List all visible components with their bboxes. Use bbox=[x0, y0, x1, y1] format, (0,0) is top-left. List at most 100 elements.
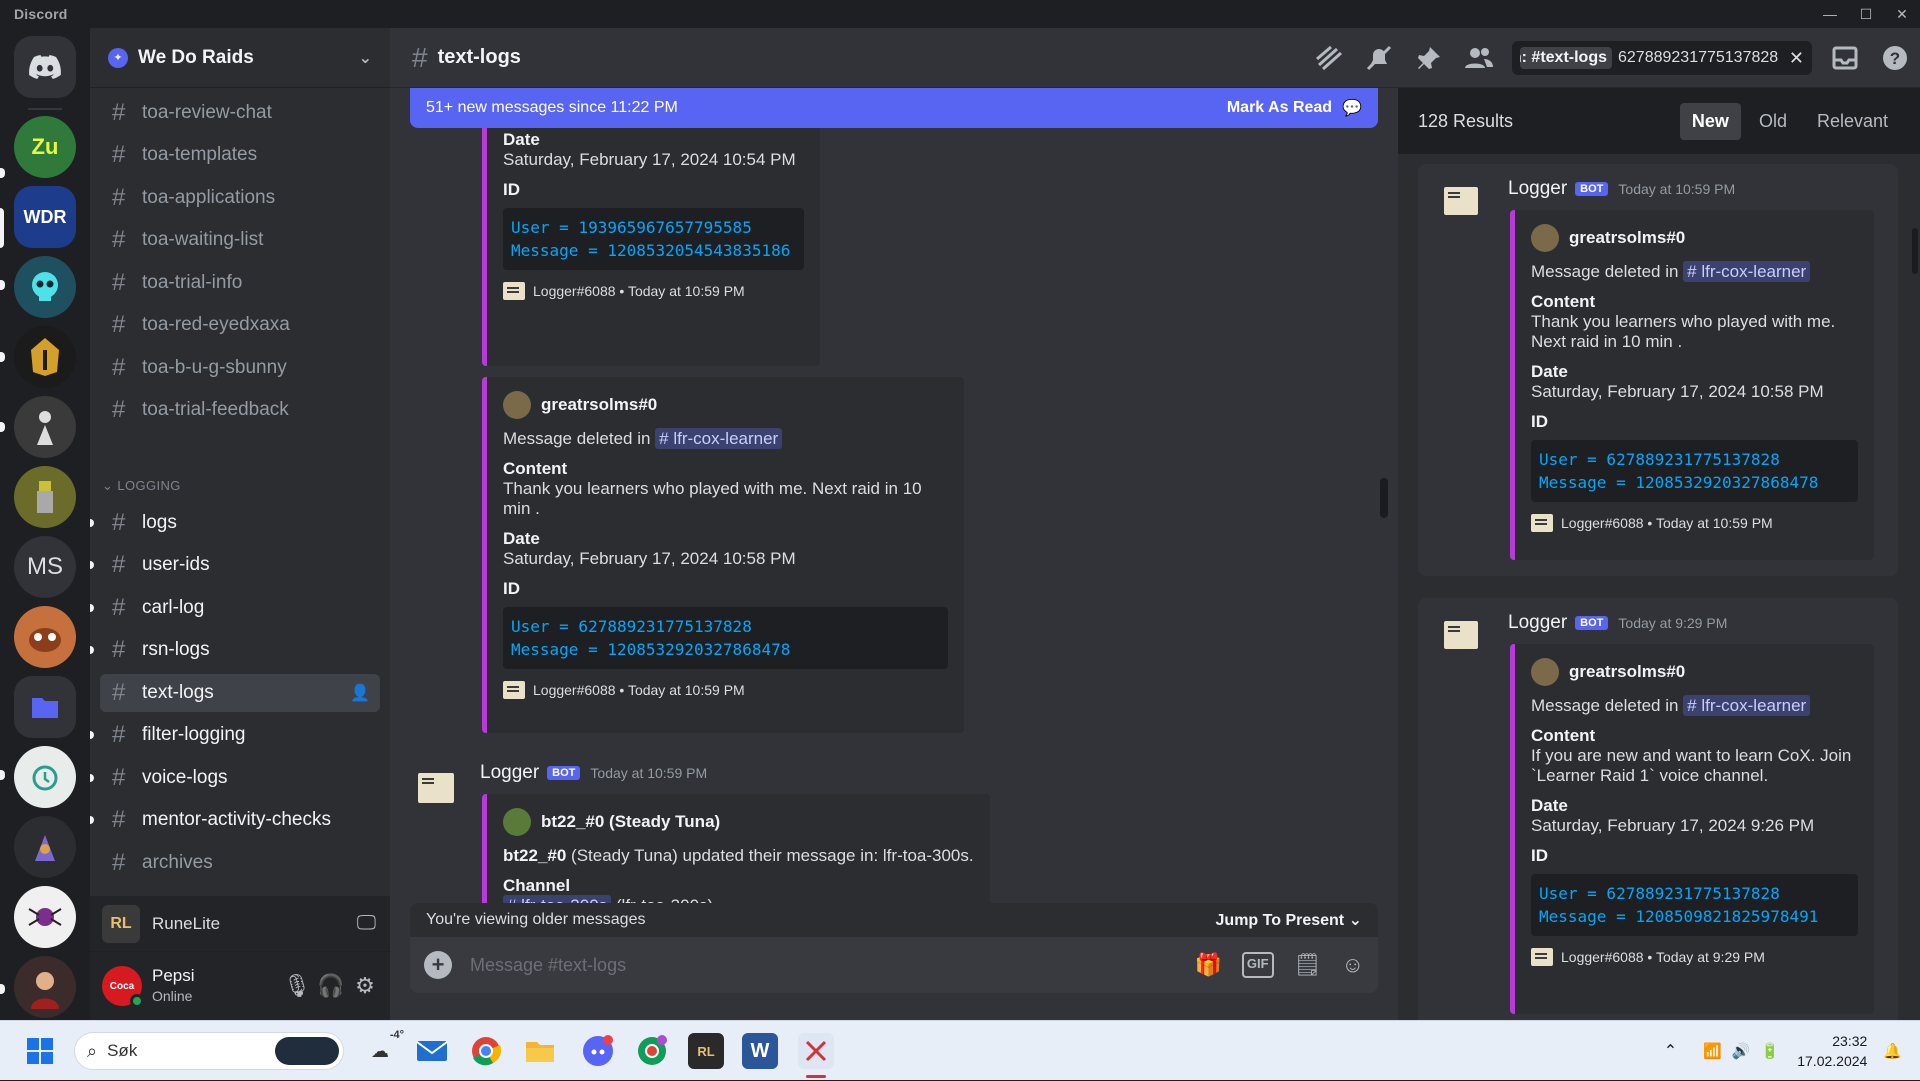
channel-item[interactable]: # toa-waiting-list bbox=[100, 221, 380, 259]
taskbar-search[interactable]: ⌕ Søk bbox=[74, 1032, 344, 1070]
channel-item[interactable]: # toa-review-chat bbox=[100, 94, 380, 132]
settings-gear-icon[interactable]: ⚙ bbox=[348, 969, 382, 1003]
server-icon-ms[interactable]: MS bbox=[14, 536, 76, 598]
channel-item-voice-logs[interactable]: # voice-logs bbox=[100, 759, 380, 797]
notification-bell-icon[interactable]: 🔔 bbox=[1883, 1042, 1902, 1060]
channel-item[interactable]: # toa-trial-info bbox=[100, 264, 380, 302]
spider-icon bbox=[28, 908, 62, 926]
sticker-icon[interactable]: 🗒 bbox=[1294, 952, 1322, 978]
sort-new-tab[interactable]: New bbox=[1679, 102, 1741, 140]
folder-button[interactable] bbox=[14, 676, 76, 738]
mail-app-icon[interactable] bbox=[414, 1033, 450, 1069]
weather-widget[interactable]: ☁ -4° bbox=[358, 1029, 404, 1069]
close-window-icon[interactable]: ✕ bbox=[1884, 0, 1920, 28]
chrome-profile-app-icon[interactable] bbox=[634, 1033, 670, 1069]
maximize-icon[interactable]: ☐ bbox=[1848, 0, 1884, 28]
snipping-tool-icon[interactable] bbox=[798, 1033, 834, 1069]
server-icon-mage[interactable] bbox=[14, 816, 76, 878]
message-input[interactable]: Message #text-logs bbox=[470, 955, 626, 976]
runelite-taskbar-icon[interactable]: RL bbox=[688, 1033, 724, 1069]
message-timestamp: Today at 10:59 PM bbox=[590, 765, 708, 781]
screen-share-icon[interactable]: 🖵 bbox=[357, 912, 376, 935]
windows-start-icon[interactable] bbox=[22, 1033, 58, 1069]
wifi-icon[interactable]: 📶 bbox=[1703, 1042, 1722, 1060]
channel-item-user-ids[interactable]: # user-ids bbox=[100, 546, 380, 584]
new-messages-banner[interactable]: 51+ new messages since 11:22 PM Mark As … bbox=[410, 88, 1378, 128]
add-attachment-icon[interactable]: + bbox=[424, 951, 452, 979]
member-list-icon[interactable] bbox=[1454, 28, 1504, 88]
mark-as-read-button[interactable]: Mark As Read 💬 bbox=[1227, 98, 1362, 118]
volume-icon[interactable]: 🔊 bbox=[1732, 1042, 1751, 1060]
scrollbar-thumb[interactable] bbox=[1380, 478, 1388, 518]
help-icon[interactable]: ? bbox=[1870, 28, 1920, 88]
server-icon-zu[interactable]: Zu bbox=[14, 116, 76, 178]
server-icon-alarm[interactable] bbox=[14, 746, 76, 808]
server-icon-spider[interactable] bbox=[14, 886, 76, 948]
message-author[interactable]: Logger bbox=[480, 762, 539, 784]
channel-item-carl-log[interactable]: # carl-log bbox=[100, 589, 380, 627]
threads-icon[interactable] bbox=[1304, 28, 1354, 88]
embed-author[interactable]: greatrsolms#0 bbox=[541, 395, 657, 415]
gif-icon[interactable]: GIF bbox=[1241, 952, 1274, 978]
search-input[interactable]: in: #text-logs 627889231775137828 ✕ bbox=[1512, 41, 1812, 75]
message-timestamp: Today at 10:59 PM bbox=[1618, 181, 1736, 197]
clear-search-icon[interactable]: ✕ bbox=[1789, 48, 1804, 69]
chrome-app-icon[interactable] bbox=[468, 1033, 504, 1069]
server-icon-helmet[interactable] bbox=[14, 326, 76, 388]
server-rail: Zu WDR MS bbox=[0, 28, 90, 1020]
channel-item[interactable]: # toa-red-eyedxaxa bbox=[100, 306, 380, 344]
jump-to-present-button[interactable]: Jump To Present ⌄ bbox=[1216, 910, 1362, 930]
channel-item[interactable]: # toa-trial-feedback bbox=[100, 391, 380, 429]
channel-item-logs[interactable]: # logs bbox=[100, 504, 380, 542]
server-icon-wdr[interactable]: WDR bbox=[14, 186, 76, 248]
channel-mention[interactable]: # lfr-cox-learner bbox=[1683, 261, 1811, 282]
taskbar-clock[interactable]: 23:32 17.02.2024 bbox=[1797, 1031, 1867, 1071]
gift-icon[interactable]: 🎁 bbox=[1195, 952, 1222, 978]
embed-author[interactable]: bt22_#0 (Steady Tuna) bbox=[541, 812, 720, 832]
user-info[interactable]: Pepsi Online bbox=[152, 966, 195, 1006]
channel-item[interactable]: # toa-b-u-g-sbunny bbox=[100, 349, 380, 387]
headphones-icon[interactable]: 🎧 bbox=[314, 969, 348, 1003]
category-logging[interactable]: ⌄ LOGGING bbox=[102, 478, 181, 494]
channel-item-filter-logging[interactable]: # filter-logging bbox=[100, 716, 380, 754]
word-app-icon[interactable]: W bbox=[742, 1033, 778, 1069]
sort-old-tab[interactable]: Old bbox=[1747, 103, 1799, 140]
battery-icon[interactable]: 🔋 bbox=[1761, 1042, 1780, 1060]
channel-mention[interactable]: # lfr-cox-learner bbox=[655, 428, 783, 449]
user-avatar[interactable]: Coca bbox=[102, 966, 144, 1008]
pin-icon[interactable] bbox=[1404, 28, 1454, 88]
home-button[interactable] bbox=[14, 36, 76, 98]
results-scrollbar-thumb[interactable] bbox=[1912, 228, 1918, 274]
minimize-icon[interactable]: — bbox=[1812, 0, 1848, 28]
notification-bell-muted-icon[interactable] bbox=[1354, 28, 1404, 88]
logger-avatar[interactable] bbox=[414, 766, 458, 810]
server-icon-ninja[interactable] bbox=[14, 396, 76, 458]
channel-item[interactable]: # toa-templates bbox=[100, 136, 380, 174]
server-icon-portrait[interactable] bbox=[14, 956, 76, 1018]
channel-item[interactable]: # toa-applications bbox=[100, 179, 380, 217]
discord-taskbar-icon[interactable] bbox=[580, 1033, 616, 1069]
microphone-icon[interactable]: 🎙 bbox=[280, 969, 314, 1003]
show-hidden-icons-chevron-icon[interactable]: ⌃ bbox=[1664, 1041, 1677, 1061]
server-icon-knight[interactable] bbox=[14, 466, 76, 528]
inbox-icon[interactable] bbox=[1820, 28, 1870, 88]
user-panel: Coca Pepsi Online 🎙 🎧 ⚙ bbox=[90, 952, 390, 1020]
file-explorer-icon[interactable] bbox=[522, 1033, 558, 1069]
sort-relevant-tab[interactable]: Relevant bbox=[1805, 103, 1900, 140]
channel-mention[interactable]: # lfr-cox-learner bbox=[1683, 695, 1811, 716]
channel-item-text-logs[interactable]: # text-logs 👤 bbox=[100, 674, 380, 712]
channel-item-archives[interactable]: # archives bbox=[100, 844, 380, 882]
deleted-text: Message deleted in bbox=[1531, 696, 1679, 715]
channel-item-rsn-logs[interactable]: # rsn-logs bbox=[100, 631, 380, 669]
search-result-card[interactable]: Logger BOT Today at 10:59 PM greatrsolms#0… bbox=[1418, 164, 1898, 576]
guild-header[interactable]: ✦ We Do Raids ⌄ bbox=[90, 28, 390, 88]
deleted-text: Message deleted in bbox=[1531, 262, 1679, 281]
emoji-icon[interactable]: ☺ bbox=[1342, 952, 1364, 978]
channel-item-mentor-activity-checks[interactable]: # mentor-activity-checks bbox=[100, 801, 380, 839]
add-member-icon[interactable]: 👤 bbox=[350, 683, 370, 703]
server-icon-owl[interactable] bbox=[14, 606, 76, 668]
channel-sidebar: ✦ We Do Raids ⌄ # toa-review-chat # toa-te… bbox=[90, 28, 390, 1020]
search-query: 627889231775137828 bbox=[1618, 49, 1779, 66]
search-result-card[interactable]: Logger BOT Today at 9:29 PM greatrsolms#0 … bbox=[1418, 598, 1898, 1028]
server-icon-skull[interactable] bbox=[14, 256, 76, 318]
